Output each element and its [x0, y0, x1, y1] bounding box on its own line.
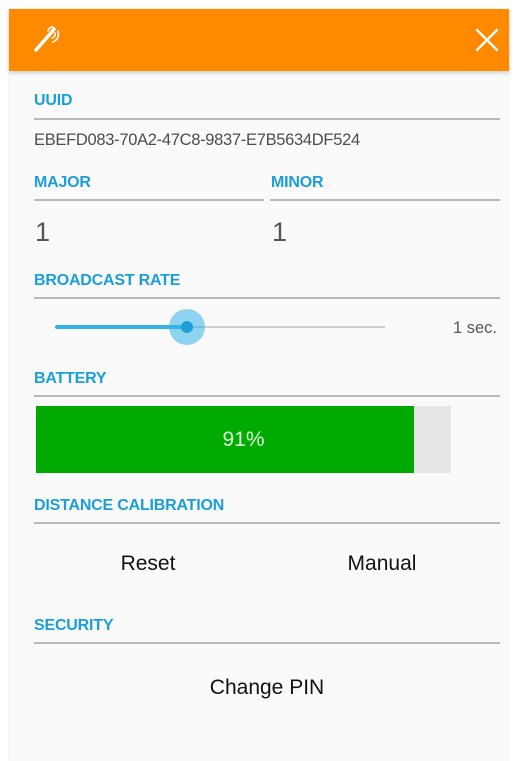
broadcast-rate-value: 1 sec. — [453, 319, 498, 337]
broadcast-rate-slider-fill — [55, 325, 187, 329]
uuid-label: UUID — [34, 92, 73, 109]
broadcast-rate-slider-thumb[interactable] — [181, 321, 193, 333]
uuid-divider — [34, 118, 500, 120]
major-value[interactable]: 1 — [35, 217, 50, 248]
minor-label: MINOR — [271, 174, 324, 191]
distance-calibration-divider — [34, 522, 500, 524]
manual-button[interactable]: Manual — [322, 547, 442, 581]
battery-label: BATTERY — [34, 370, 107, 387]
dialog-header — [9, 9, 509, 71]
battery-divider — [34, 395, 500, 397]
security-divider — [34, 642, 500, 644]
magic-wand-icon — [34, 26, 60, 52]
major-divider — [34, 199, 264, 201]
uuid-value[interactable]: EBEFD083-70A2-47C8-9837-E7B5634DF524 — [34, 131, 360, 150]
broadcast-rate-label: BROADCAST RATE — [34, 272, 181, 289]
battery-bar: 91% — [36, 406, 451, 473]
minor-divider — [270, 199, 500, 201]
change-pin-button[interactable]: Change PIN — [177, 671, 357, 705]
battery-percent: 91% — [222, 428, 265, 451]
close-icon[interactable] — [475, 28, 499, 52]
security-label: SECURITY — [34, 617, 114, 634]
broadcast-rate-divider — [34, 297, 500, 299]
distance-calibration-label: DISTANCE CALIBRATION — [34, 497, 225, 514]
beacon-settings-dialog: UUID EBEFD083-70A2-47C8-9837-E7B5634DF52… — [9, 9, 509, 761]
reset-button[interactable]: Reset — [88, 547, 208, 581]
major-label: MAJOR — [34, 174, 91, 191]
minor-value[interactable]: 1 — [272, 217, 287, 248]
